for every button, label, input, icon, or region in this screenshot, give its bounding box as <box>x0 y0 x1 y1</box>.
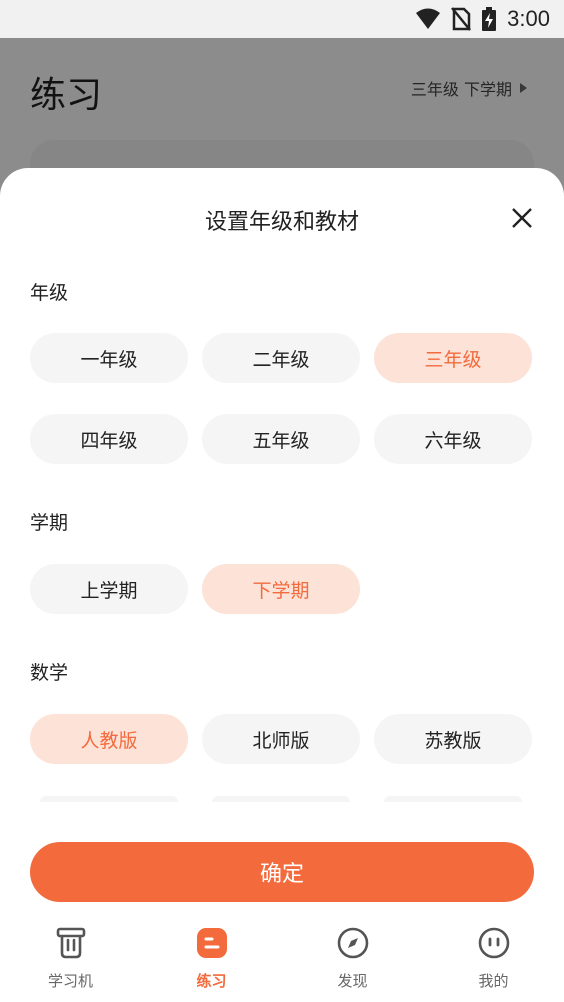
textbook-option-partial-3[interactable] <box>384 796 522 802</box>
sheet-title: 设置年级和教材 <box>204 210 359 235</box>
close-icon[interactable] <box>510 206 534 230</box>
textbook-option-sjb[interactable]: 苏教版 <box>374 714 532 764</box>
no-sim-icon <box>451 7 472 31</box>
status-time: 3:00 <box>507 6 550 31</box>
textbook-option-partial-2[interactable] <box>212 796 350 802</box>
grade-option-6[interactable]: 六年级 <box>374 414 532 464</box>
grade-option-1[interactable]: 一年级 <box>30 333 188 383</box>
grade-textbook-sheet: 设置年级和教材 年级 一年级 二年级 三年级 四年级 五年级 六年级 学期 上学… <box>0 168 564 1002</box>
textbook-option-rjb[interactable]: 人教版 <box>30 714 188 764</box>
grade-option-5[interactable]: 五年级 <box>202 414 360 464</box>
tab-discover-label: 发现 <box>337 972 368 990</box>
grade-option-4[interactable]: 四年级 <box>30 414 188 464</box>
tab-learning-machine[interactable]: 学习机 <box>0 914 141 1002</box>
practice-icon <box>197 928 227 958</box>
status-bar: 3:00 <box>0 0 564 38</box>
learning-machine-icon <box>56 927 86 959</box>
textbook-option-bsb[interactable]: 北师版 <box>202 714 360 764</box>
term-option-upper[interactable]: 上学期 <box>30 564 188 614</box>
grade-option-3[interactable]: 三年级 <box>374 333 532 383</box>
bottom-tab-bar: 学习机 练习 发现 我的 <box>0 914 564 1002</box>
profile-face-icon <box>478 927 510 959</box>
grade-section-label: 年级 <box>30 282 69 304</box>
confirm-button[interactable]: 确定 <box>30 842 534 902</box>
tab-profile[interactable]: 我的 <box>423 914 564 1002</box>
status-icons: 3:00 <box>415 6 550 32</box>
term-option-lower[interactable]: 下学期 <box>202 564 360 614</box>
tab-profile-label: 我的 <box>478 972 509 990</box>
tab-learning-machine-label: 学习机 <box>47 972 93 990</box>
tab-practice-label: 练习 <box>196 972 227 990</box>
tab-practice[interactable]: 练习 <box>141 914 282 1002</box>
tab-discover[interactable]: 发现 <box>282 914 423 1002</box>
textbook-option-partial-1[interactable] <box>40 796 178 802</box>
math-section-label: 数学 <box>30 662 69 684</box>
grade-option-2[interactable]: 二年级 <box>202 333 360 383</box>
compass-icon <box>337 927 369 959</box>
wifi-icon <box>416 8 441 29</box>
term-section-label: 学期 <box>30 512 69 534</box>
battery-charging-icon <box>482 7 497 31</box>
